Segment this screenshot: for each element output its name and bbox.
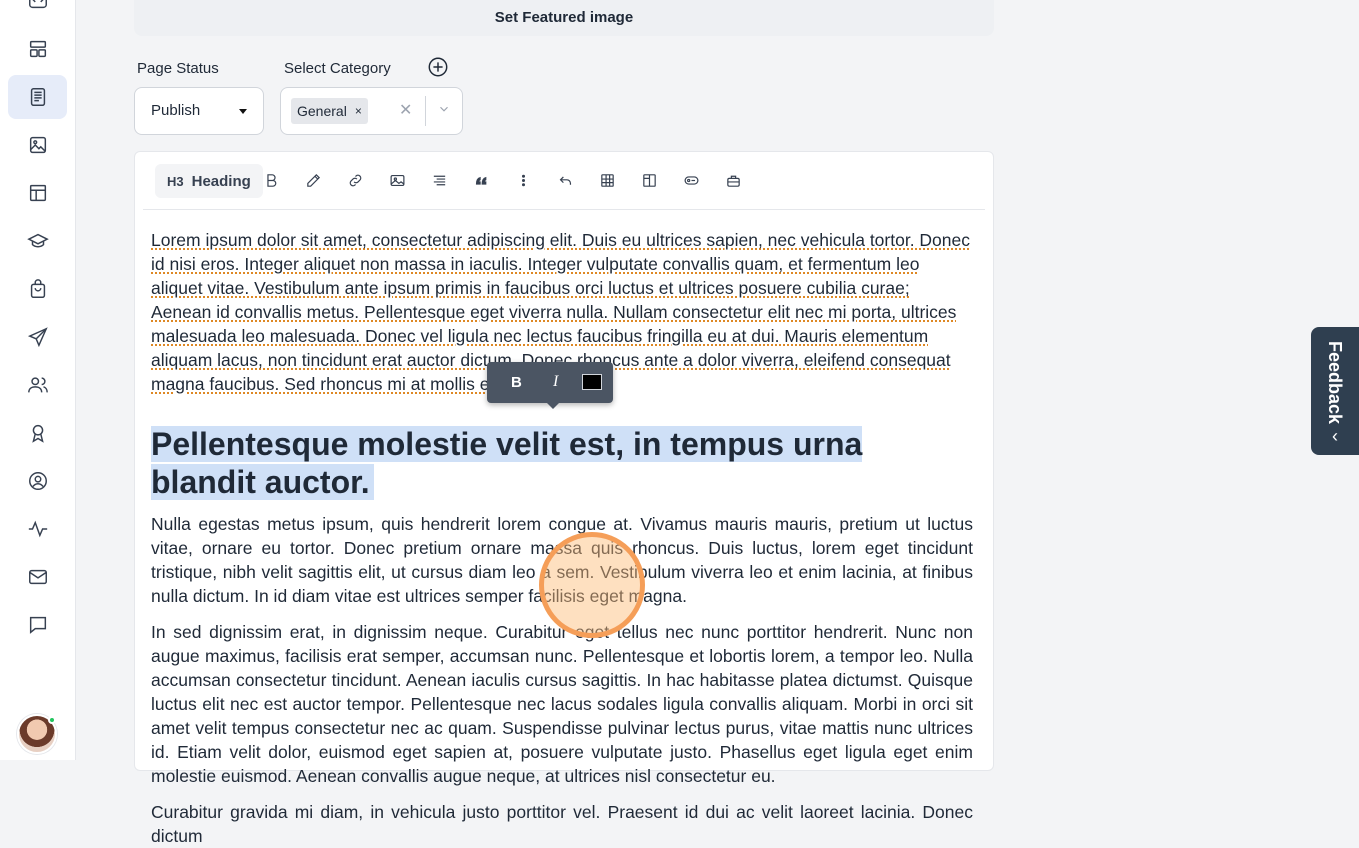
shopping-bag-icon — [27, 278, 49, 300]
rich-text-editor[interactable]: H3 Heading Lorem ipsum dolor sit amet, c… — [134, 151, 994, 771]
activity-icon — [27, 518, 49, 540]
sidebar-item-courses[interactable] — [8, 219, 67, 263]
page-status-select[interactable]: Publish — [134, 87, 264, 135]
layout-icon — [27, 182, 49, 204]
inline-bold-button[interactable]: B — [511, 374, 522, 391]
award-icon — [27, 422, 49, 444]
chevron-left-icon: ‹ — [1332, 426, 1338, 447]
content-heading: Pellentesque molestie velit est, in temp… — [151, 426, 862, 500]
select-divider — [425, 96, 426, 126]
heading-button-label: Heading — [192, 173, 251, 190]
sidebar-item-layout[interactable] — [8, 171, 67, 215]
dashboard-icon — [27, 38, 49, 60]
sidebar-item-code[interactable] — [8, 0, 67, 22]
cursor-highlight — [539, 532, 645, 638]
more-vertical-icon[interactable] — [514, 171, 532, 189]
align-icon[interactable] — [430, 171, 448, 189]
sidebar-item-pages[interactable] — [8, 75, 67, 119]
editor-toolbar: H3 Heading — [143, 152, 985, 210]
image-icon[interactable] — [388, 171, 406, 189]
sidebar-item-shop[interactable] — [8, 267, 67, 311]
sidebar-item-activity[interactable] — [8, 507, 67, 551]
main-area: Set Featured image Page Status Select Ca… — [76, 0, 1359, 760]
chevron-down-icon[interactable] — [437, 102, 451, 116]
table-icon[interactable] — [598, 171, 616, 189]
sidebar — [0, 0, 76, 760]
online-status-dot — [48, 716, 56, 724]
caret-down-icon — [239, 109, 247, 114]
feedback-label: Feedback — [1326, 341, 1344, 424]
toolbox-icon[interactable] — [724, 171, 742, 189]
columns-icon[interactable] — [640, 171, 658, 189]
add-category-icon[interactable] — [427, 56, 449, 78]
paper-plane-icon — [27, 326, 49, 348]
quote-icon[interactable] — [472, 171, 490, 189]
user-circle-icon — [27, 470, 49, 492]
bubble-pointer — [547, 403, 559, 409]
category-select[interactable]: General × ✕ — [280, 87, 463, 135]
select-category-label: Select Category — [284, 60, 391, 77]
category-chip-label: General — [297, 103, 347, 119]
undo-icon[interactable] — [556, 171, 574, 189]
category-chip: General × — [291, 98, 368, 124]
chat-bubble-icon — [27, 614, 49, 636]
page-status-value: Publish — [151, 102, 200, 119]
heading-block: Pellentesque molestie velit est, in temp… — [151, 425, 973, 501]
sidebar-item-send[interactable] — [8, 315, 67, 359]
sidebar-item-profile[interactable] — [8, 459, 67, 503]
code-icon — [27, 0, 49, 11]
bold-icon[interactable] — [262, 171, 280, 189]
sidebar-item-badges[interactable] — [8, 411, 67, 455]
paragraph-3: In sed dignissim erat, in dignissim nequ… — [151, 620, 973, 788]
feedback-tab[interactable]: Feedback ‹ — [1311, 327, 1359, 455]
heading-button[interactable]: H3 Heading — [155, 164, 263, 198]
text-color-swatch[interactable] — [582, 374, 602, 390]
mail-icon — [27, 566, 49, 588]
clear-icon[interactable]: ✕ — [399, 100, 412, 120]
paragraph-4: Curabitur gravida mi diam, in vehicula j… — [151, 800, 973, 848]
set-featured-image-button[interactable]: Set Featured image — [134, 0, 994, 36]
sidebar-item-dashboard[interactable] — [8, 27, 67, 71]
page-status-label: Page Status — [137, 60, 219, 77]
sidebar-item-messages[interactable] — [8, 603, 67, 647]
tag-icon[interactable] — [682, 171, 700, 189]
editor-content[interactable]: Lorem ipsum dolor sit amet, consectetur … — [151, 228, 973, 848]
edit-pencil-icon[interactable] — [304, 171, 322, 189]
document-icon — [27, 86, 49, 108]
image-icon — [27, 134, 49, 156]
sidebar-item-mail[interactable] — [8, 555, 67, 599]
inline-italic-button[interactable]: I — [553, 373, 558, 391]
sidebar-item-users[interactable] — [8, 363, 67, 407]
remove-chip-icon[interactable]: × — [355, 104, 362, 118]
inline-format-toolbar: B I — [487, 362, 613, 403]
sidebar-item-media[interactable] — [8, 123, 67, 167]
users-icon — [27, 374, 49, 396]
heading-icon: H3 — [167, 174, 184, 189]
graduation-cap-icon — [27, 230, 49, 252]
link-icon[interactable] — [346, 171, 364, 189]
